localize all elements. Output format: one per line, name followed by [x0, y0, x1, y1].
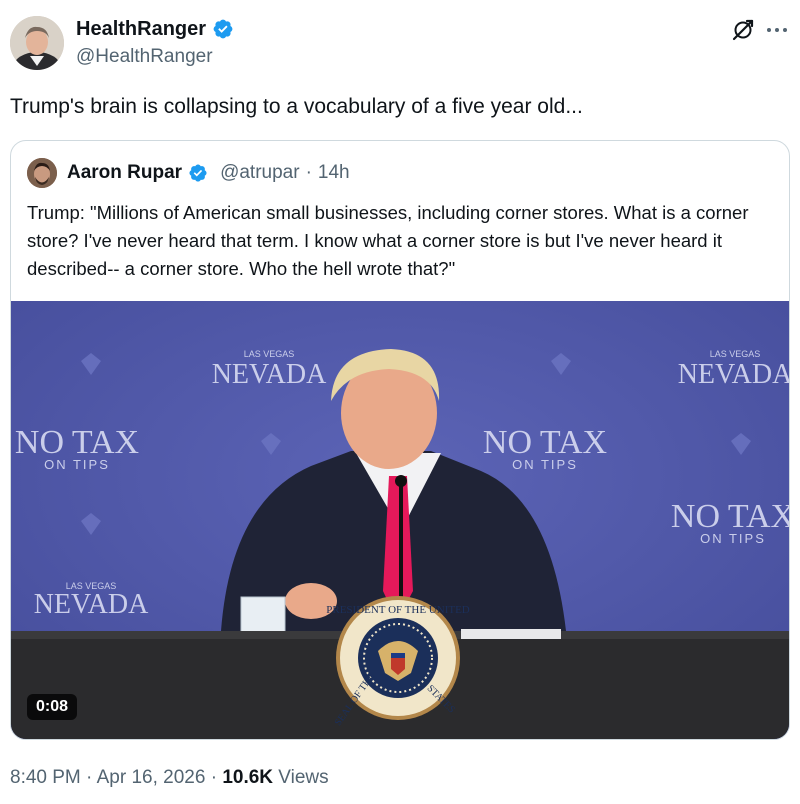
verified-badge-icon [189, 164, 207, 182]
views-count[interactable]: 10.6K [222, 767, 273, 788]
backdrop-notax-1: NO TAX [15, 424, 139, 461]
meta-separator: · [210, 767, 218, 788]
quoted-post-card[interactable]: Aaron Rupar @atrupar · 14h Trump: "Milli… [10, 140, 790, 740]
separator-dot: · [305, 162, 312, 183]
author-name[interactable]: HealthRanger [76, 16, 206, 42]
backdrop-nevada-3: NEVADA [34, 589, 149, 620]
backdrop-nevada-1: NEVADA [212, 359, 327, 390]
author-handle[interactable]: @HealthRanger [76, 44, 213, 70]
quoted-author-handle[interactable]: @atrupar [220, 159, 300, 187]
quoted-post-header: Aaron Rupar @atrupar · 14h [67, 159, 350, 187]
quoted-post-age[interactable]: 14h [318, 159, 350, 187]
backdrop-ontips-3: ON TIPS [700, 531, 766, 546]
views-label[interactable]: Views [278, 767, 328, 788]
post-time[interactable]: 8:40 PM [10, 767, 81, 788]
backdrop-ontips-2: ON TIPS [512, 457, 578, 472]
quoted-post-video[interactable]: LAS VEGAS NEVADA LAS VEGAS NEVADA NO TAX… [11, 301, 789, 739]
backdrop-lasvegas-1: LAS VEGAS [244, 349, 295, 359]
post-text: Trump's brain is collapsing to a vocabul… [10, 95, 583, 118]
author-avatar-image [10, 16, 64, 70]
grok-icon[interactable] [731, 18, 755, 42]
author-name-row[interactable]: HealthRanger [76, 16, 234, 42]
backdrop-ontips-1: ON TIPS [44, 457, 110, 472]
video-duration-badge: 0:08 [27, 694, 78, 720]
author-avatar[interactable] [10, 16, 64, 70]
verified-badge-icon [213, 19, 233, 39]
post-date[interactable]: Apr 16, 2026 [97, 767, 206, 788]
quoted-author-avatar-image [27, 158, 57, 188]
quoted-author-name[interactable]: Aaron Rupar [67, 159, 182, 187]
meta-separator: · [86, 767, 93, 788]
backdrop-lasvegas-2: LAS VEGAS [710, 349, 761, 359]
backdrop-notax-3: NO TAX [671, 498, 789, 535]
quoted-author-avatar[interactable] [27, 158, 57, 188]
seal-text-top: PRESIDENT OF THE UNITED [326, 604, 470, 616]
presidential-seal-icon: PRESIDENT OF THE UNITED SEAL OF THE STAT… [326, 596, 470, 728]
quoted-post-text: Trump: "Millions of American small busin… [27, 202, 749, 279]
backdrop-notax-2: NO TAX [483, 424, 607, 461]
more-icon[interactable] [764, 18, 790, 42]
backdrop-nevada-2: NEVADA [678, 359, 789, 390]
post-meta: 8:40 PM · Apr 16, 2026 · 10.6K Views [10, 765, 329, 791]
video-thumbnail: LAS VEGAS NEVADA LAS VEGAS NEVADA NO TAX… [11, 301, 789, 739]
